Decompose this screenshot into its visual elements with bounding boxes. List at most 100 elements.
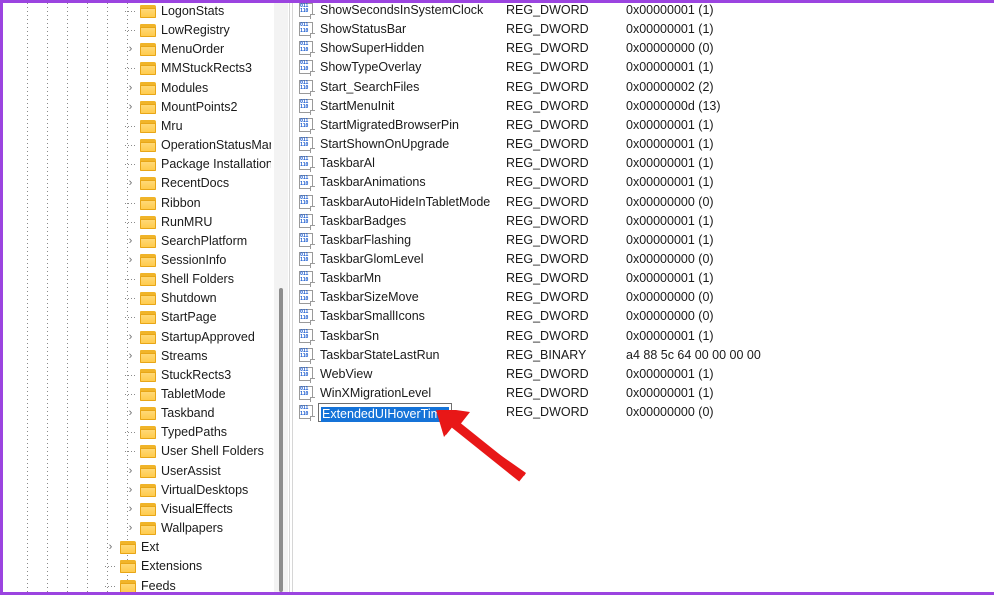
- tree-item-runmru[interactable]: RunMRU: [3, 213, 271, 232]
- value-row[interactable]: 011 110 TaskbarAl REG_DWORD 0x00000001 (1): [294, 154, 994, 173]
- pane-divider[interactable]: [289, 3, 290, 592]
- value-row[interactable]: 011 110 WinXMigrationLevel REG_DWORD 0x00000…: [294, 384, 994, 403]
- tree-elbow-connector: [105, 566, 116, 568]
- value-row[interactable]: 011 110 TaskbarMn REG_DWORD 0x00000001 (1): [294, 269, 994, 288]
- value-data: a4 88 5c 64 00 00 00 00: [626, 347, 761, 362]
- tree-item-shell-folders[interactable]: Shell Folders: [3, 270, 271, 289]
- value-row[interactable]: 011 110 ShowTypeOverlay REG_DWORD 0x00000001…: [294, 58, 994, 77]
- tree-item-shutdown[interactable]: Shutdown: [3, 289, 271, 308]
- value-row[interactable]: 011 110 ExtendedUIHoverTime REG_DWORD 0x0000…: [294, 403, 994, 423]
- tree-item-tabletmode[interactable]: TabletMode: [3, 385, 271, 404]
- tree-item-package-installation[interactable]: Package Installation: [3, 155, 271, 174]
- chevron-right-icon[interactable]: ›: [124, 254, 137, 267]
- chevron-right-icon[interactable]: ›: [124, 82, 137, 95]
- registry-dword-value-icon: 011 110: [299, 271, 315, 288]
- value-row[interactable]: 011 110 TaskbarGlomLevel REG_DWORD 0x0000000…: [294, 250, 994, 269]
- tree-item-taskband[interactable]: › Taskband: [3, 404, 271, 423]
- value-row[interactable]: 011 110 ShowStatusBar REG_DWORD 0x00000001 (…: [294, 20, 994, 39]
- value-row[interactable]: 011 110 WebView REG_DWORD 0x00000001 (1): [294, 365, 994, 384]
- value-type: REG_DWORD: [506, 366, 589, 381]
- registry-dword-value-icon: 011 110: [299, 79, 315, 96]
- tree-item-startupapproved[interactable]: › StartupApproved: [3, 328, 271, 347]
- value-data: 0x00000000 (0): [626, 309, 714, 324]
- value-name: TaskbarFlashing: [320, 232, 412, 247]
- tree-item-virtualdesktops[interactable]: › VirtualDesktops: [3, 481, 271, 500]
- tree-item-recentdocs[interactable]: › RecentDocs: [3, 174, 271, 193]
- chevron-right-icon[interactable]: ›: [124, 407, 137, 420]
- chevron-right-icon[interactable]: ›: [124, 101, 137, 114]
- value-type: REG_DWORD: [506, 41, 589, 56]
- value-row[interactable]: 011 110 StartMigratedBrowserPin REG_DWORD 0x…: [294, 116, 994, 135]
- value-data: 0x00000001 (1): [626, 117, 714, 132]
- registry-dword-value-icon: 011 110: [299, 41, 315, 58]
- tree-item-label: Ribbon: [161, 195, 201, 210]
- value-data: 0x00000001 (1): [626, 3, 714, 17]
- folder-icon: [140, 292, 156, 306]
- tree-item-feeds[interactable]: Feeds: [3, 577, 271, 592]
- rename-input[interactable]: ExtendedUIHoverTime: [318, 403, 452, 423]
- value-row[interactable]: 011 110 TaskbarSmallIcons REG_DWORD 0x000000…: [294, 307, 994, 326]
- tree-item-stuckrects3[interactable]: StuckRects3: [3, 366, 271, 385]
- value-data: 0x00000000 (0): [626, 194, 714, 209]
- registry-values-list[interactable]: 011 110 ShowSecondsInSystemClock REG_DWORD 0…: [294, 3, 994, 592]
- value-row[interactable]: 011 110 ShowSecondsInSystemClock REG_DWORD 0…: [294, 3, 994, 20]
- tree-vertical-scrollbar[interactable]: [274, 3, 288, 592]
- value-row[interactable]: 011 110 TaskbarAutoHideInTabletMode REG_DWO…: [294, 193, 994, 212]
- registry-dword-value-icon: 011 110: [299, 232, 315, 249]
- chevron-right-icon[interactable]: ›: [124, 177, 137, 190]
- value-row[interactable]: 011 110 TaskbarAnimations REG_DWORD 0x000000…: [294, 173, 994, 192]
- tree-item-searchplatform[interactable]: › SearchPlatform: [3, 232, 271, 251]
- value-row[interactable]: 011 110 StartMenuInit REG_DWORD 0x0000000d (…: [294, 97, 994, 116]
- tree-item-logonstats[interactable]: LogonStats: [3, 3, 271, 21]
- tree-item-streams[interactable]: › Streams: [3, 347, 271, 366]
- chevron-right-icon[interactable]: ›: [124, 484, 137, 497]
- chevron-right-icon[interactable]: ›: [124, 503, 137, 516]
- tree-item-mmstuckrects3[interactable]: MMStuckRects3: [3, 59, 271, 78]
- value-row[interactable]: 011 110 TaskbarSizeMove REG_DWORD 0x00000000…: [294, 288, 994, 307]
- tree-item-user-shell-folders[interactable]: User Shell Folders: [3, 442, 271, 461]
- tree-item-startpage[interactable]: StartPage: [3, 308, 271, 327]
- registry-dword-value-icon: 011 110: [299, 60, 315, 77]
- tree-item-operationstatusmanager[interactable]: OperationStatusManager: [3, 136, 271, 155]
- registry-key-tree[interactable]: LogonStats LowRegistry › MenuOrder MMStuckRe…: [3, 3, 271, 592]
- value-row[interactable]: 011 110 TaskbarSn REG_DWORD 0x00000001 (1): [294, 327, 994, 346]
- tree-item-sessioninfo[interactable]: › SessionInfo: [3, 251, 271, 270]
- tree-item-label: Streams: [161, 348, 208, 363]
- chevron-right-icon[interactable]: ›: [124, 522, 137, 535]
- chevron-right-icon[interactable]: ›: [124, 43, 137, 56]
- chevron-right-icon[interactable]: ›: [124, 331, 137, 344]
- tree-item-visualeffects[interactable]: › VisualEffects: [3, 500, 271, 519]
- tree-item-ext[interactable]: › Ext: [3, 538, 271, 557]
- chevron-right-icon[interactable]: ›: [124, 465, 137, 478]
- value-row[interactable]: 011 110 ShowSuperHidden REG_DWORD 0x00000000…: [294, 39, 994, 58]
- value-row[interactable]: 011 110 Start_SearchFiles REG_DWORD 0x000000…: [294, 78, 994, 97]
- folder-icon: [140, 311, 156, 325]
- tree-item-label: Mru: [161, 118, 183, 133]
- tree-item-extensions[interactable]: Extensions: [3, 557, 271, 576]
- value-name: TaskbarAnimations: [320, 175, 426, 190]
- chevron-right-icon[interactable]: ›: [124, 350, 137, 363]
- tree-item-lowregistry[interactable]: LowRegistry: [3, 21, 271, 40]
- tree-scrollbar-thumb[interactable]: [279, 288, 283, 592]
- tree-elbow-connector: [125, 394, 136, 395]
- tree-item-mountpoints2[interactable]: › MountPoints2: [3, 98, 271, 117]
- tree-elbow-connector: [125, 221, 136, 223]
- tree-item-wallpapers[interactable]: › Wallpapers: [3, 519, 271, 538]
- value-row[interactable]: 011 110 TaskbarStateLastRun REG_BINARY a4 88…: [294, 346, 994, 365]
- value-row[interactable]: 011 110 StartShownOnUpgrade REG_DWORD 0x0000…: [294, 135, 994, 154]
- chevron-right-icon[interactable]: ›: [124, 235, 137, 248]
- tree-item-menuorder[interactable]: › MenuOrder: [3, 40, 271, 59]
- tree-item-userassist[interactable]: › UserAssist: [3, 462, 271, 481]
- tree-item-mru[interactable]: Mru: [3, 117, 271, 136]
- value-type: REG_DWORD: [506, 117, 589, 132]
- chevron-right-icon[interactable]: ›: [104, 541, 117, 554]
- tree-item-typedpaths[interactable]: TypedPaths: [3, 423, 271, 442]
- folder-icon: [140, 24, 156, 38]
- tree-item-ribbon[interactable]: Ribbon: [3, 194, 271, 213]
- value-row[interactable]: 011 110 TaskbarFlashing REG_DWORD 0x00000001…: [294, 231, 994, 250]
- value-row[interactable]: 011 110 TaskbarBadges REG_DWORD 0x00000001 (…: [294, 212, 994, 231]
- tree-item-modules[interactable]: › Modules: [3, 79, 271, 98]
- registry-dword-value-icon: 011 110: [299, 347, 315, 364]
- tree-item-label: VirtualDesktops: [161, 482, 249, 497]
- folder-icon: [140, 483, 156, 497]
